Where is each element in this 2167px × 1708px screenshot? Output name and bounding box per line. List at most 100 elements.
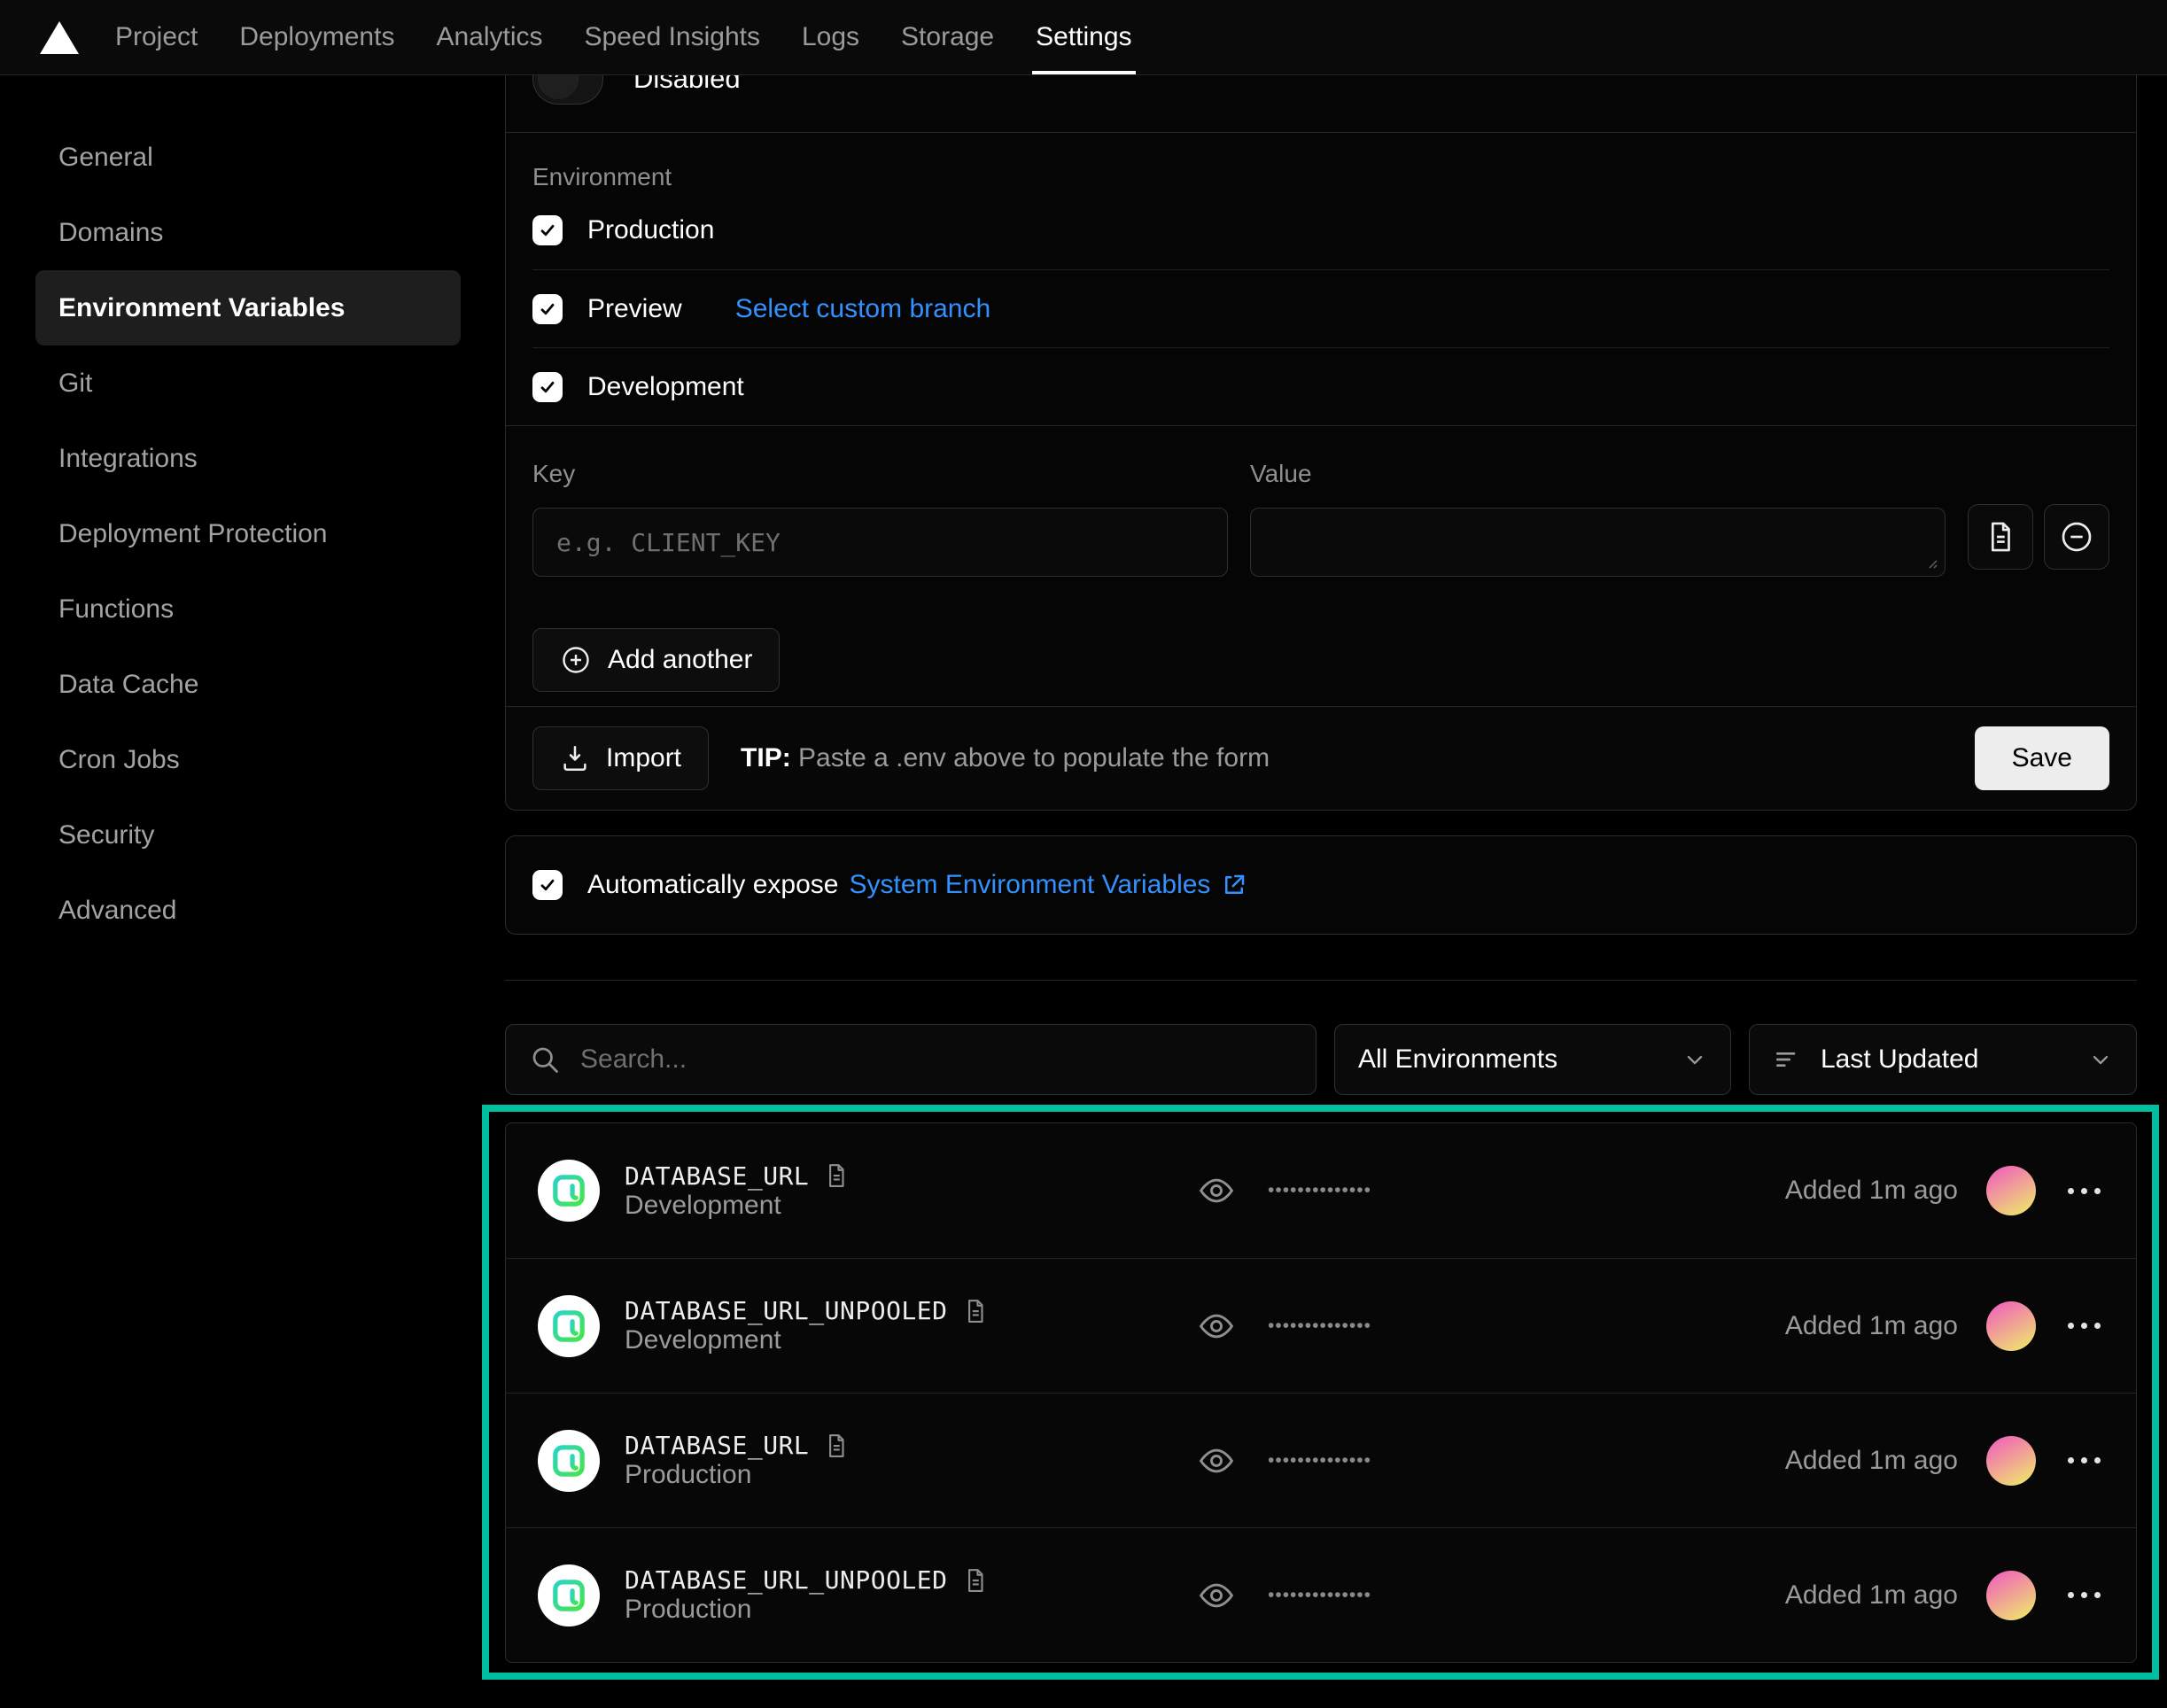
file-text-icon	[1984, 520, 2017, 554]
development-checkbox[interactable]	[532, 372, 563, 402]
environment-option-production: Production	[532, 191, 2109, 269]
env-var-list-wrap: DATABASE_URL Development •••••••••••••• …	[505, 1122, 2137, 1663]
chevron-down-icon	[2088, 1047, 2113, 1072]
row-menu-button[interactable]	[2064, 1179, 2104, 1203]
chevron-down-icon	[1682, 1047, 1707, 1072]
environment-option-preview: Preview Select custom branch	[532, 269, 2109, 347]
row-menu-button[interactable]	[2064, 1448, 2104, 1472]
add-another-label: Add another	[608, 645, 752, 675]
plus-circle-icon	[560, 644, 592, 676]
note-icon	[823, 1432, 850, 1459]
eye-icon[interactable]	[1197, 1307, 1236, 1346]
masked-value: ••••••••••••••	[1268, 1450, 1371, 1471]
environment-section-label: Environment	[532, 163, 672, 190]
note-icon	[962, 1298, 989, 1324]
key-input[interactable]	[532, 508, 1228, 577]
row-menu-button[interactable]	[2064, 1583, 2104, 1607]
user-avatar	[1986, 1571, 2036, 1620]
key-label: Key	[532, 460, 1228, 488]
env-var-name: DATABASE_URL	[625, 1161, 809, 1191]
sidebar-item-domains[interactable]: Domains	[35, 195, 461, 270]
masked-value: ••••••••••••••	[1268, 1180, 1371, 1201]
eye-icon[interactable]	[1197, 1576, 1236, 1615]
user-avatar	[1986, 1301, 2036, 1351]
resize-handle-icon[interactable]	[1924, 555, 1938, 570]
vercel-logo-icon[interactable]	[39, 0, 80, 74]
environment-filter-dropdown[interactable]: All Environments	[1334, 1024, 1731, 1095]
filter-row: All Environments Last Updated	[505, 1024, 2137, 1095]
top-navbar: Project Deployments Analytics Speed Insi…	[0, 0, 2167, 75]
environment-variables-panel: Disabled Environment Production Preview …	[505, 75, 2167, 1663]
sidebar-item-deployment-protection[interactable]: Deployment Protection	[35, 496, 461, 571]
env-var-environment: Development	[625, 1325, 781, 1355]
system-env-vars-link[interactable]: System Environment Variables	[849, 870, 1210, 900]
tab-settings[interactable]: Settings	[1036, 0, 1131, 74]
sort-value: Last Updated	[1821, 1044, 1978, 1075]
tab-deployments[interactable]: Deployments	[239, 0, 394, 74]
tab-storage[interactable]: Storage	[901, 0, 994, 74]
import-label: Import	[606, 743, 681, 773]
add-another-button[interactable]: Add another	[532, 628, 780, 692]
tab-logs[interactable]: Logs	[802, 0, 859, 74]
sidebar-item-security[interactable]: Security	[35, 797, 461, 873]
select-custom-branch-link[interactable]: Select custom branch	[735, 294, 990, 324]
section-divider	[505, 980, 2137, 981]
env-var-environment: Production	[625, 1460, 751, 1489]
form-footer: Import TIP: Paste a .env above to popula…	[506, 706, 2136, 810]
tab-analytics[interactable]: Analytics	[436, 0, 542, 74]
sidebar-item-git[interactable]: Git	[35, 345, 461, 421]
production-checkbox[interactable]	[532, 215, 563, 245]
preview-checkbox[interactable]	[532, 294, 563, 324]
sidebar-item-functions[interactable]: Functions	[35, 571, 461, 647]
system-env-card: Automatically expose System Environment …	[505, 835, 2137, 935]
eye-icon[interactable]	[1197, 1171, 1236, 1210]
sort-dropdown[interactable]: Last Updated	[1749, 1024, 2137, 1095]
check-icon	[539, 378, 556, 396]
env-var-list: DATABASE_URL Development •••••••••••••• …	[505, 1122, 2137, 1663]
tab-speed-insights[interactable]: Speed Insights	[585, 0, 760, 74]
environment-section: Environment Production Preview Select cu…	[506, 133, 2136, 425]
masked-value: ••••••••••••••	[1268, 1316, 1371, 1337]
added-timestamp: Added 1m ago	[1785, 1446, 1958, 1476]
preview-label: Preview	[587, 294, 682, 324]
env-var-row: DATABASE_URL Development •••••••••••••• …	[506, 1123, 2136, 1258]
neon-integration-icon	[538, 1295, 600, 1357]
search-input[interactable]	[580, 1044, 1293, 1075]
tab-project[interactable]: Project	[115, 0, 198, 74]
external-link-icon[interactable]	[1221, 872, 1247, 898]
production-label: Production	[587, 215, 714, 245]
sidebar-item-advanced[interactable]: Advanced	[35, 873, 461, 948]
env-var-name: DATABASE_URL	[625, 1431, 809, 1460]
tip-text: TIP: Paste a .env above to populate the …	[741, 743, 1270, 773]
sidebar-item-cron-jobs[interactable]: Cron Jobs	[35, 722, 461, 797]
note-icon	[962, 1567, 989, 1594]
check-icon	[539, 876, 556, 894]
auto-expose-label: Automatically expose	[587, 870, 838, 900]
sidebar-item-general[interactable]: General	[35, 120, 461, 195]
row-menu-button[interactable]	[2064, 1314, 2104, 1338]
added-timestamp: Added 1m ago	[1785, 1580, 1958, 1611]
paste-env-button[interactable]	[1968, 504, 2033, 570]
eye-icon[interactable]	[1197, 1441, 1236, 1480]
key-value-section: Key Value	[506, 426, 2136, 577]
env-var-form-card: Disabled Environment Production Preview …	[505, 25, 2137, 811]
masked-value: ••••••••••••••	[1268, 1585, 1371, 1606]
settings-sidebar: General Domains Environment Variables Gi…	[0, 75, 505, 1663]
note-icon	[823, 1162, 850, 1189]
remove-row-button[interactable]	[2044, 504, 2109, 570]
import-button[interactable]: Import	[532, 726, 709, 790]
neon-integration-icon	[538, 1430, 600, 1492]
download-icon	[560, 743, 590, 773]
sidebar-item-environment-variables[interactable]: Environment Variables	[35, 270, 461, 345]
value-input[interactable]	[1250, 508, 1946, 577]
sort-descending-icon	[1773, 1045, 1801, 1074]
save-button[interactable]: Save	[1975, 726, 2109, 790]
search-icon	[529, 1044, 561, 1075]
neon-integration-icon	[538, 1160, 600, 1222]
sidebar-item-integrations[interactable]: Integrations	[35, 421, 461, 496]
auto-expose-checkbox[interactable]	[532, 870, 563, 900]
search-box[interactable]	[505, 1024, 1317, 1095]
sidebar-item-data-cache[interactable]: Data Cache	[35, 647, 461, 722]
env-var-name: DATABASE_URL_UNPOOLED	[625, 1296, 948, 1325]
user-avatar	[1986, 1166, 2036, 1215]
